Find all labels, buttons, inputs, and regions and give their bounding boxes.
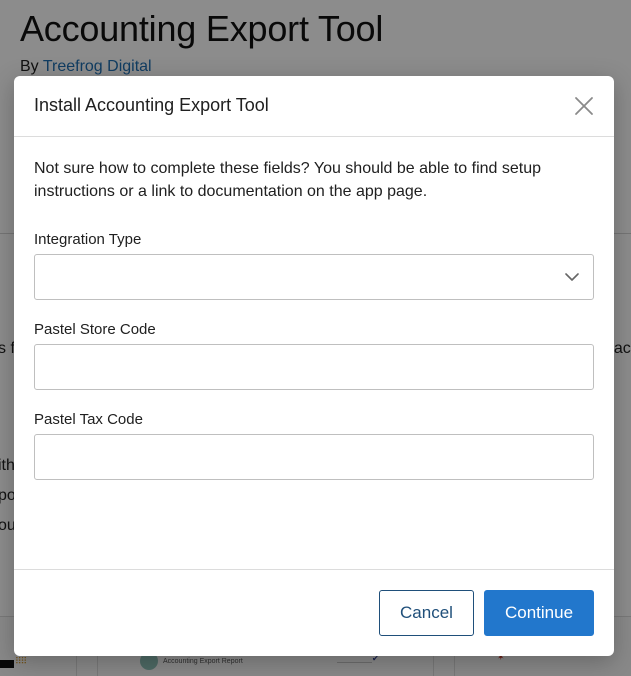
store-code-input[interactable]: [34, 344, 594, 390]
modal-header: Install Accounting Export Tool: [14, 76, 614, 137]
modal-body: Not sure how to complete these fields? Y…: [14, 137, 614, 569]
integration-type-select[interactable]: [34, 254, 594, 300]
modal-title: Install Accounting Export Tool: [34, 95, 269, 115]
install-modal: Install Accounting Export Tool Not sure …: [14, 76, 614, 656]
tax-code-label: Pastel Tax Code: [34, 411, 143, 428]
continue-button[interactable]: Continue: [484, 590, 594, 636]
store-code-label: Pastel Store Code: [34, 321, 156, 338]
tax-code-input[interactable]: [34, 434, 594, 480]
close-button[interactable]: [572, 94, 596, 118]
modal-footer: Cancel Continue: [14, 569, 614, 656]
page: Accounting Export Tool By Treefrog Digit…: [0, 0, 631, 676]
close-icon: [575, 97, 593, 115]
chevron-down-icon: [565, 273, 579, 281]
integration-type-label: Integration Type: [34, 231, 142, 248]
modal-intro-text: Not sure how to complete these fields? Y…: [34, 160, 542, 200]
cancel-button[interactable]: Cancel: [379, 590, 474, 636]
